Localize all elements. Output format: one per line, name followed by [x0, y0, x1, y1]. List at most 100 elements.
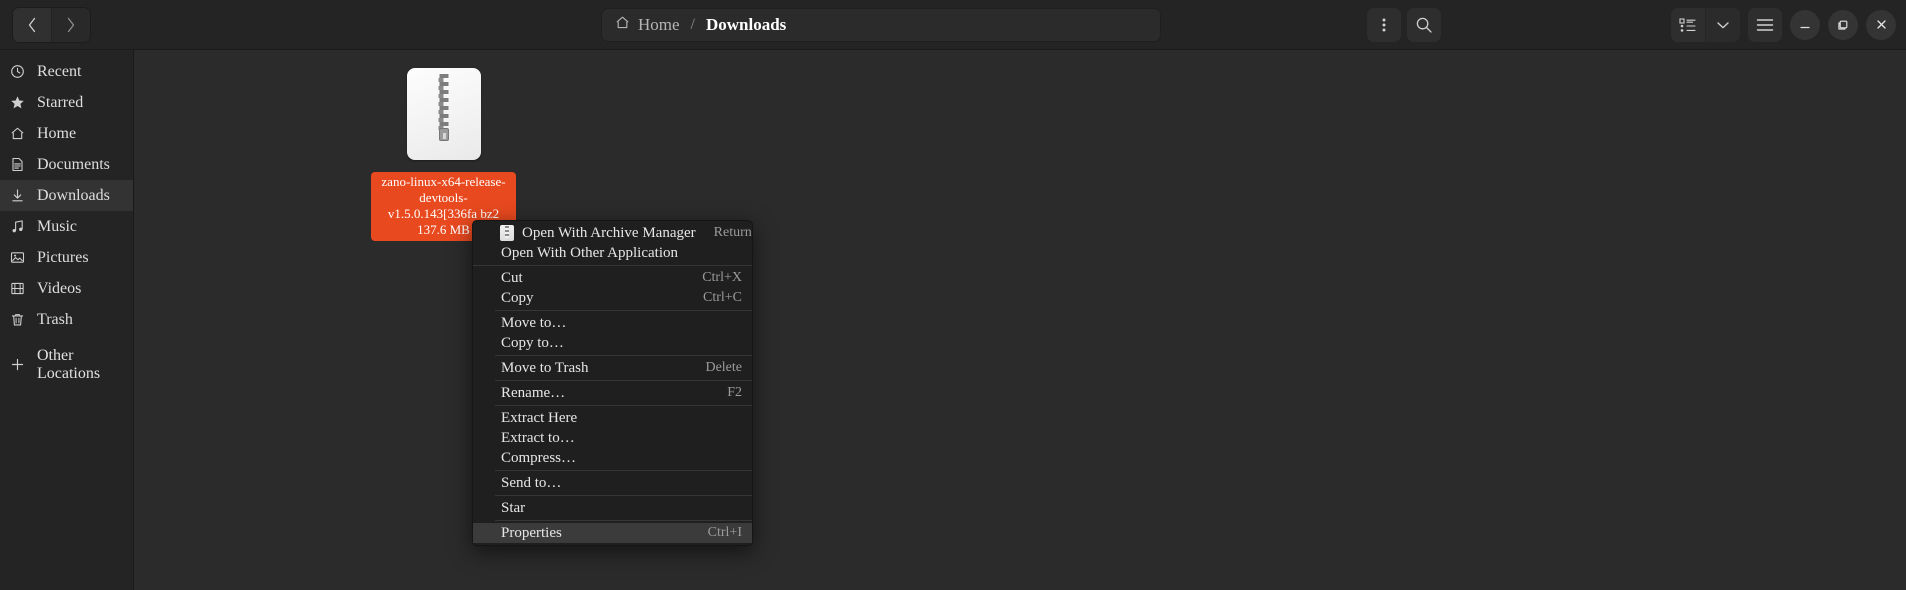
archive-zip-icon	[406, 68, 481, 160]
context-menu-item-properties[interactable]: Properties Ctrl+I	[473, 523, 752, 543]
context-menu-item-move-to-trash[interactable]: Move to Trash Delete	[473, 358, 752, 378]
context-menu-separator	[495, 405, 752, 406]
sidebar: Recent Starred Home Documents Downloads …	[0, 50, 134, 590]
context-menu-item-extract-here[interactable]: Extract Here	[473, 408, 752, 428]
chevron-right-icon	[67, 17, 75, 32]
navigation-buttons	[12, 6, 91, 43]
sidebar-item-label: Starred	[37, 93, 84, 111]
main-menu-button[interactable]	[1748, 7, 1782, 42]
sidebar-item-other-locations[interactable]: Other Locations	[0, 346, 133, 382]
image-icon	[9, 249, 26, 266]
breadcrumb-home[interactable]: Home	[615, 15, 680, 35]
sidebar-item-documents[interactable]: Documents	[0, 149, 133, 180]
breadcrumb-home-label: Home	[638, 14, 680, 34]
context-menu-separator	[495, 520, 752, 521]
maximize-button[interactable]	[1828, 9, 1858, 40]
context-menu-item-label: Move to…	[501, 314, 567, 331]
breadcrumb-current-label: Downloads	[706, 14, 787, 34]
view-dropdown-button[interactable]	[1705, 7, 1740, 42]
sidebar-item-label: Other Locations	[37, 346, 101, 382]
minimize-icon	[1800, 26, 1810, 28]
context-menu-item-accel: F2	[727, 385, 742, 400]
sidebar-item-label: Recent	[37, 62, 82, 80]
sidebar-item-pictures[interactable]: Pictures	[0, 242, 133, 273]
context-menu-item-open-with-archive-manager[interactable]: Open With Archive Manager Return	[473, 223, 752, 243]
context-menu-item-move-to[interactable]: Move to…	[473, 313, 752, 333]
sidebar-item-label: Pictures	[37, 248, 89, 266]
context-menu-separator	[473, 265, 752, 266]
path-bar-area: Home / Downloads	[91, 7, 1671, 42]
context-menu-item-cut[interactable]: Cut Ctrl+X	[473, 268, 752, 288]
close-icon	[1876, 20, 1886, 29]
file-grid-area[interactable]: zano-linux-x64-release- devtools- v1.5.0…	[134, 50, 1906, 590]
context-menu-item-label: Open With Archive Manager	[522, 224, 696, 241]
context-menu-item-accel: Ctrl+C	[702, 290, 742, 305]
sidebar-item-recent[interactable]: Recent	[0, 56, 133, 87]
context-menu-item-label: Send to…	[501, 474, 562, 491]
sidebar-item-home[interactable]: Home	[0, 118, 133, 149]
plus-icon	[9, 356, 26, 373]
context-menu-item-accel: Delete	[705, 360, 742, 375]
maximize-icon	[1837, 20, 1847, 30]
trash-icon	[9, 311, 26, 328]
context-menu-item-rename[interactable]: Rename… F2	[473, 383, 752, 403]
context-menu-item-accel: Return	[713, 225, 752, 240]
sidebar-item-music[interactable]: Music	[0, 211, 133, 242]
context-menu-item-extract-to[interactable]: Extract to…	[473, 428, 752, 448]
context-menu-item-compress[interactable]: Compress…	[473, 448, 752, 468]
file-item[interactable]: zano-linux-x64-release- devtools- v1.5.0…	[371, 68, 516, 241]
star-icon	[9, 94, 26, 111]
search-button[interactable]	[1407, 7, 1441, 42]
sidebar-item-trash[interactable]: Trash	[0, 304, 133, 335]
context-menu-item-accel: Ctrl+X	[702, 270, 742, 285]
back-button[interactable]	[13, 7, 51, 42]
path-bar-tools	[1367, 7, 1441, 42]
sidebar-item-starred[interactable]: Starred	[0, 87, 133, 118]
context-menu-item-send-to[interactable]: Send to…	[473, 473, 752, 493]
file-name-line-4: bz2	[480, 206, 500, 221]
chevron-left-icon	[28, 17, 36, 32]
sidebar-item-label: Home	[37, 124, 77, 142]
minimize-button[interactable]	[1790, 9, 1820, 40]
context-menu-item-label: Star	[501, 499, 526, 516]
header-bar: Home / Downloads	[0, 0, 1906, 50]
context-menu-item-label: Rename…	[501, 384, 566, 401]
file-name-line-1: zano-linux-x64-release-	[381, 174, 506, 189]
context-menu-separator	[495, 495, 752, 496]
context-menu-item-star[interactable]: Star	[473, 498, 752, 518]
close-button[interactable]	[1866, 9, 1896, 40]
file-name-line-3: v1.5.0.143[336fa	[387, 206, 478, 221]
context-menu-separator	[495, 470, 752, 471]
context-menu-item-accel: Ctrl+I	[707, 525, 742, 540]
context-menu-separator	[495, 380, 752, 381]
context-menu-item-label: Extract Here	[501, 409, 578, 426]
list-view-button[interactable]	[1671, 7, 1705, 42]
list-view-icon	[1679, 17, 1696, 32]
context-menu-item-label: Open With Other Application	[501, 244, 679, 261]
context-menu-separator	[495, 355, 752, 356]
breadcrumb-separator: /	[690, 15, 695, 33]
film-icon	[9, 280, 26, 297]
sidebar-item-downloads[interactable]: Downloads	[0, 180, 133, 211]
chevron-down-icon	[1717, 21, 1729, 28]
context-menu-item-copy[interactable]: Copy Ctrl+C	[473, 288, 752, 308]
context-menu-item-open-with-other-application[interactable]: Open With Other Application	[473, 243, 752, 263]
view-mode-group	[1671, 7, 1740, 42]
context-menu-item-label: Cut	[501, 269, 523, 286]
context-menu[interactable]: Open With Archive Manager Return Open Wi…	[472, 220, 753, 546]
context-menu-item-copy-to[interactable]: Copy to…	[473, 333, 752, 353]
header-right-controls	[1671, 7, 1896, 42]
clock-icon	[9, 63, 26, 80]
forward-button[interactable]	[51, 7, 90, 42]
sidebar-item-videos[interactable]: Videos	[0, 273, 133, 304]
context-menu-separator	[495, 310, 752, 311]
context-menu-item-label: Extract to…	[501, 429, 575, 446]
sidebar-item-label: Trash	[37, 310, 73, 328]
context-menu-item-label: Copy	[501, 289, 534, 306]
sidebar-item-label: Music	[37, 217, 77, 235]
home-icon	[615, 15, 630, 35]
context-menu-item-label: Properties	[501, 524, 562, 541]
path-menu-button[interactable]	[1367, 7, 1401, 42]
vertical-dots-icon	[1382, 18, 1386, 31]
breadcrumb[interactable]: Home / Downloads	[601, 7, 1161, 42]
